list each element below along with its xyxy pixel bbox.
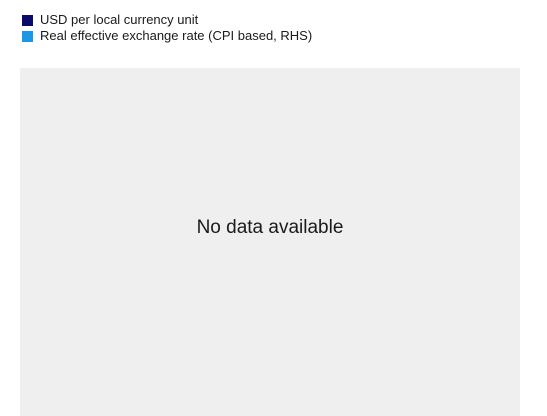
- legend-swatch-reer: [22, 30, 33, 42]
- chart-legend: USD per local currency unit Real effecti…: [22, 12, 312, 44]
- legend-label-reer: Real effective exchange rate (CPI based,…: [40, 28, 313, 43]
- legend-label-usd: USD per local currency unit: [40, 12, 199, 27]
- legend-item-usd: USD per local currency unit: [22, 12, 312, 28]
- legend-item-reer: Real effective exchange rate (CPI based,…: [22, 28, 312, 44]
- legend-swatch-usd: [22, 14, 33, 26]
- no-data-message: No data available: [196, 217, 344, 238]
- plot-area: No data available: [20, 68, 520, 416]
